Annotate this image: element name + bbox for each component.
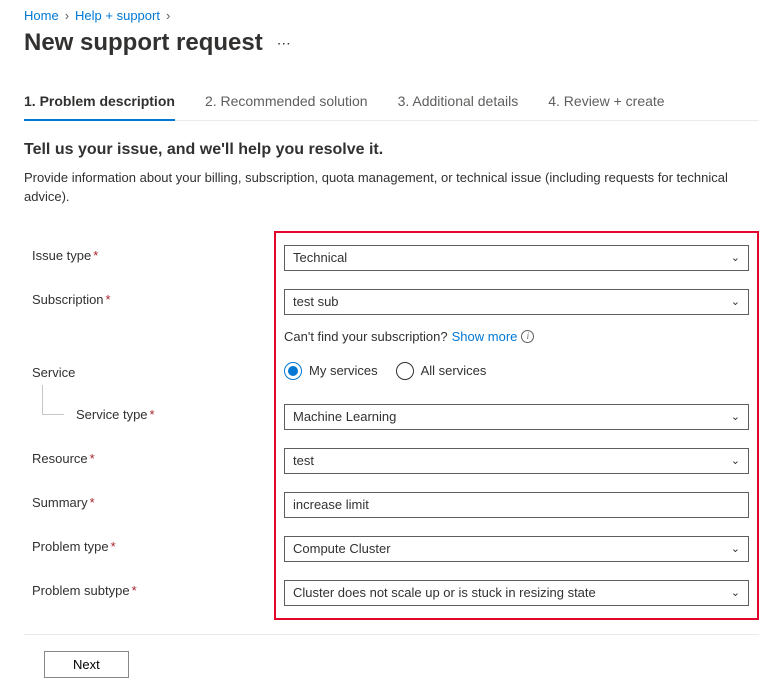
radio-all-services[interactable]: All services xyxy=(396,362,487,380)
ellipsis-icon[interactable]: ⋯ xyxy=(277,35,292,52)
service-type-label: Service type xyxy=(76,407,148,422)
chevron-down-icon: ⌄ xyxy=(731,410,740,423)
problem-type-label: Problem type xyxy=(32,539,109,554)
section-heading: Tell us your issue, and we'll help you r… xyxy=(24,141,759,159)
issue-type-value: Technical xyxy=(293,250,347,265)
required-indicator: * xyxy=(106,292,111,307)
section-description: Provide information about your billing, … xyxy=(24,169,759,207)
radio-circle-icon xyxy=(396,362,414,380)
page-title-row: New support request ⋯ xyxy=(24,29,759,57)
problem-subtype-label: Problem subtype xyxy=(32,583,130,598)
footer: Next xyxy=(24,634,759,678)
required-indicator: * xyxy=(90,451,95,466)
radio-my-services-label: My services xyxy=(309,363,378,378)
chevron-down-icon: ⌄ xyxy=(731,295,740,308)
problem-type-value: Compute Cluster xyxy=(293,541,391,556)
problem-subtype-select[interactable]: Cluster does not scale up or is stuck in… xyxy=(284,580,749,606)
subscription-select[interactable]: test sub ⌄ xyxy=(284,289,749,315)
tab-problem-description[interactable]: 1. Problem description xyxy=(24,93,175,121)
subscription-value: test sub xyxy=(293,294,339,309)
required-indicator: * xyxy=(132,583,137,598)
tree-connector-icon xyxy=(42,385,64,415)
problem-subtype-value: Cluster does not scale up or is stuck in… xyxy=(293,585,596,600)
issue-type-select[interactable]: Technical ⌄ xyxy=(284,245,749,271)
service-label: Service xyxy=(32,365,75,380)
breadcrumb-home[interactable]: Home xyxy=(24,8,59,23)
issue-type-label: Issue type xyxy=(32,248,91,263)
summary-label: Summary xyxy=(32,495,88,510)
resource-label: Resource xyxy=(32,451,88,466)
subscription-label: Subscription xyxy=(32,292,104,307)
required-indicator: * xyxy=(150,407,155,422)
required-indicator: * xyxy=(111,539,116,554)
resource-value: test xyxy=(293,453,314,468)
info-icon[interactable]: i xyxy=(521,330,534,343)
required-indicator: * xyxy=(90,495,95,510)
service-type-select[interactable]: Machine Learning ⌄ xyxy=(284,404,749,430)
tab-recommended-solution[interactable]: 2. Recommended solution xyxy=(205,93,368,121)
wizard-tabs: 1. Problem description 2. Recommended so… xyxy=(24,93,759,121)
subscription-hint: Can't find your subscription? Show more … xyxy=(284,329,749,344)
breadcrumb-help-support[interactable]: Help + support xyxy=(75,8,160,23)
chevron-right-icon: › xyxy=(166,8,170,23)
chevron-down-icon: ⌄ xyxy=(731,251,740,264)
tab-review-create[interactable]: 4. Review + create xyxy=(548,93,664,121)
problem-type-select[interactable]: Compute Cluster ⌄ xyxy=(284,536,749,562)
chevron-right-icon: › xyxy=(65,8,69,23)
chevron-down-icon: ⌄ xyxy=(731,542,740,555)
form-highlight-box: Issue type* Technical ⌄ Subscription* te… xyxy=(274,231,759,620)
next-button[interactable]: Next xyxy=(44,651,129,678)
chevron-down-icon: ⌄ xyxy=(731,586,740,599)
service-radio-group: My services All services xyxy=(284,362,749,380)
service-type-value: Machine Learning xyxy=(293,409,396,424)
summary-input[interactable] xyxy=(284,492,749,518)
show-more-link[interactable]: Show more xyxy=(452,329,518,344)
radio-my-services[interactable]: My services xyxy=(284,362,378,380)
radio-circle-checked-icon xyxy=(284,362,302,380)
resource-select[interactable]: test ⌄ xyxy=(284,448,749,474)
breadcrumb: Home › Help + support › xyxy=(24,8,759,23)
subscription-hint-text: Can't find your subscription? xyxy=(284,329,448,344)
page-title: New support request xyxy=(24,29,263,57)
chevron-down-icon: ⌄ xyxy=(731,454,740,467)
tab-additional-details[interactable]: 3. Additional details xyxy=(398,93,519,121)
radio-all-services-label: All services xyxy=(421,363,487,378)
required-indicator: * xyxy=(93,248,98,263)
